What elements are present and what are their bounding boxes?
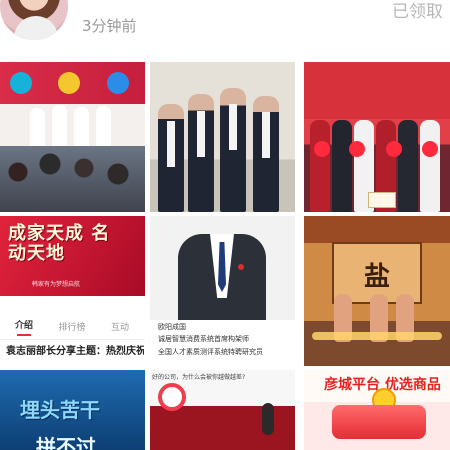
stage-person <box>30 108 45 150</box>
product-box <box>332 405 426 439</box>
photo-tile-profile-card[interactable]: 欧阳成国 诚居智慧消费系统首席构架师 全国人才素质测评系统特聘研究员 <box>150 216 295 366</box>
photo-tile-ribbon-cutting[interactable] <box>304 62 450 212</box>
salt-sign: 盐 <box>364 262 391 292</box>
red-flower-icon <box>386 141 402 157</box>
white-shirt <box>262 112 270 158</box>
stage-person <box>52 105 67 147</box>
photo-tile-presentation[interactable]: 好的公司，为什么会被你越做越差? <box>150 370 295 450</box>
blue-slogan-line-1: 埋头苦干 <box>20 398 100 422</box>
white-shirt <box>229 104 237 150</box>
red-flower-icon <box>422 141 438 157</box>
photo-tile-blue-text[interactable]: 埋头苦干 拼不过 <box>0 370 145 450</box>
white-shirt <box>167 121 175 167</box>
poster-subtitle: 韩家有为梦想启航 <box>32 281 81 288</box>
lapel-pin-icon <box>238 264 244 270</box>
chart-circle-icon <box>158 383 186 411</box>
profile-name: 欧阳成国 <box>158 323 186 331</box>
claimed-status[interactable]: 已领取 <box>392 0 443 22</box>
post-header: 3分钟前 已领取 <box>0 0 450 58</box>
yellow-logo-icon <box>58 72 80 94</box>
profile-title: 诚居智慧消费系统首席构架师 <box>158 335 249 343</box>
blue-logo-icon <box>10 72 32 94</box>
floor-light <box>312 332 442 340</box>
stage-person <box>74 107 89 149</box>
avatar-shoulders <box>14 16 58 40</box>
table-sign <box>368 192 396 208</box>
post-caption: 袁志丽部长分享主题：热烈庆祝成家天成 <box>6 346 144 357</box>
ribbon-person <box>332 120 352 212</box>
audience-crowd <box>0 146 145 212</box>
post-time: 3分钟前 <box>82 17 137 35</box>
tab-intro[interactable]: 介绍 <box>0 318 48 336</box>
photo-tile-event-poster[interactable]: 成家天成 名动天地 韩家有为梦想启航 介绍 排行榜 互动 袁志丽部长分享主题：热… <box>0 216 145 366</box>
photo-grid: 成家天成 名动天地 韩家有为梦想启航 介绍 排行榜 互动 袁志丽部长分享主题：热… <box>0 58 450 450</box>
stage-person <box>96 106 111 148</box>
slide-title: 好的公司，为什么会被你越做越差? <box>152 374 246 381</box>
tab-bar: 介绍 排行榜 互动 <box>0 314 145 340</box>
blue-circle-logo-icon <box>107 72 129 94</box>
photo-tile-group-suits[interactable] <box>150 62 295 212</box>
red-flower-icon <box>314 141 330 157</box>
ribbon-person <box>398 120 418 212</box>
tab-interaction[interactable]: 互动 <box>96 320 144 333</box>
photo-tile-ceremony-stage[interactable] <box>0 62 145 212</box>
profile-role: 全国人才素质测评系统特聘研究员 <box>158 348 263 356</box>
speaker-figure <box>262 403 274 435</box>
poster-heading: 成家天成 名动天地 <box>8 223 111 264</box>
ribbon-person <box>420 120 440 212</box>
white-shirt <box>197 111 205 157</box>
photo-tile-salt-room[interactable]: 盐 <box>304 216 450 366</box>
tab-leaderboard[interactable]: 排行榜 <box>48 320 96 333</box>
red-flower-icon <box>349 141 365 157</box>
photo-tile-product-promo[interactable]: 彦城平台 优选商品 <box>304 370 450 450</box>
blue-slogan-line-2: 拼不过 <box>36 435 96 450</box>
user-avatar[interactable] <box>0 0 70 42</box>
ribbon-person <box>310 120 330 212</box>
